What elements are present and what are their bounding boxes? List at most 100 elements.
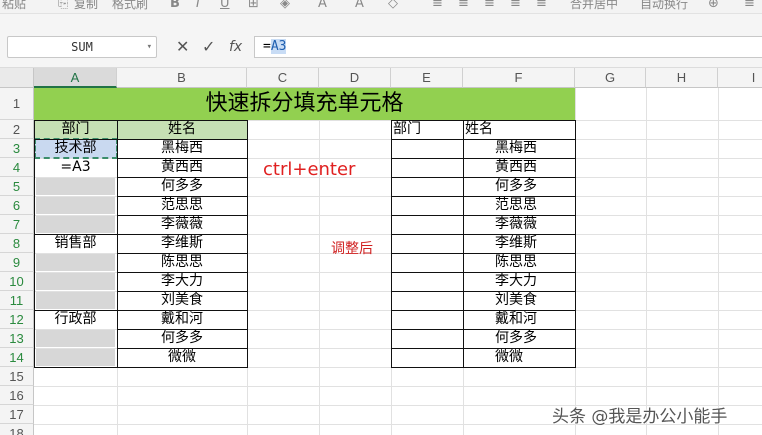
name-box[interactable]: SUM ▾ [7,36,157,58]
column-header-a[interactable]: A [34,68,117,88]
left-header-name[interactable]: 姓名 [117,120,247,139]
chevron-down-icon[interactable]: ▾ [147,37,152,57]
name-cell[interactable]: 范思思 [495,196,575,215]
department-cell[interactable]: 销售部 [34,234,117,253]
select-all-corner[interactable] [0,68,34,88]
insert-icon[interactable]: ⊕ [708,0,719,11]
column-header-c[interactable]: C [247,68,319,88]
name-cell[interactable]: 黄西西 [117,158,247,177]
name-cell[interactable]: 李薇薇 [117,215,247,234]
name-cell[interactable]: 戴和河 [495,310,575,329]
row-header-13[interactable]: 13 [0,329,34,348]
department-cell[interactable]: 行政部 [34,310,117,329]
align-center-icon[interactable]: ≡ [458,0,469,11]
cancel-icon[interactable]: ✕ [176,36,189,58]
name-cell[interactable]: 微微 [495,348,575,367]
department-cell[interactable] [393,272,463,291]
department-cell[interactable] [393,348,463,367]
merged-blank-cell[interactable] [36,178,115,195]
name-cell[interactable]: 刘美食 [495,291,575,310]
department-cell[interactable] [393,215,463,234]
right-header-name[interactable]: 姓名 [465,120,575,139]
bold-icon[interactable]: B [170,0,180,11]
formula-input[interactable]: =A3 [254,36,762,58]
row-header-9[interactable]: 9 [0,253,34,272]
name-cell[interactable]: 微微 [117,348,247,367]
row-header-12[interactable]: 12 [0,310,34,329]
department-cell[interactable]: =A3 [34,158,117,177]
merged-blank-cell[interactable] [36,349,115,366]
row-header-17[interactable]: 17 [0,405,34,424]
row-header-7[interactable]: 7 [0,215,34,234]
row-header-3[interactable]: 3 [0,139,34,158]
department-cell[interactable] [393,310,463,329]
name-cell[interactable]: 戴和河 [117,310,247,329]
justify-icon[interactable]: ≡ [510,0,521,11]
name-cell[interactable]: 李大力 [495,272,575,291]
row-header-11[interactable]: 11 [0,291,34,310]
name-cell[interactable]: 何多多 [117,177,247,196]
department-cell[interactable] [393,196,463,215]
name-cell[interactable]: 陈思思 [117,253,247,272]
column-header-e[interactable]: E [391,68,463,88]
clear-format-icon[interactable]: ◇ [388,0,398,11]
department-cell[interactable] [393,329,463,348]
column-header-g[interactable]: G [575,68,646,88]
merged-blank-cell[interactable] [36,292,115,309]
column-header-d[interactable]: D [319,68,391,88]
merged-blank-cell[interactable] [36,330,115,347]
italic-icon[interactable]: I [196,0,200,11]
left-header-department[interactable]: 部门 [34,120,117,139]
fill-color-icon[interactable]: ◈ [280,0,290,11]
sheet-title[interactable]: 快速拆分填充单元格 [34,88,575,120]
name-cell[interactable]: 黑梅西 [495,139,575,158]
row-header-16[interactable]: 16 [0,386,34,405]
name-cell[interactable]: 黄西西 [495,158,575,177]
name-cell[interactable]: 李维斯 [495,234,575,253]
department-cell[interactable] [393,234,463,253]
department-cell[interactable] [393,291,463,310]
row-header-1[interactable]: 1 [0,88,34,120]
column-header-h[interactable]: H [646,68,718,88]
row-header-15[interactable]: 15 [0,367,34,386]
department-cell[interactable] [393,253,463,272]
font-size-icon[interactable]: A [355,0,364,11]
row-header-2[interactable]: 2 [0,120,34,139]
copy-icon[interactable]: ⎘ [58,0,68,11]
name-cell[interactable]: 何多多 [117,329,247,348]
department-cell[interactable] [393,139,463,158]
copy-button[interactable]: 复制 [74,0,98,12]
merged-blank-cell[interactable] [36,254,115,271]
department-cell[interactable] [393,177,463,196]
align-right-icon[interactable]: ≡ [484,0,495,11]
distribute-icon[interactable]: ≡ [536,0,547,11]
border-icon[interactable]: ⊞ [248,0,259,11]
name-cell[interactable]: 李薇薇 [495,215,575,234]
row-header-4[interactable]: 4 [0,158,34,177]
name-cell[interactable]: 黑梅西 [117,139,247,158]
column-header-f[interactable]: F [463,68,575,88]
name-cell[interactable]: 陈思思 [495,253,575,272]
name-cell[interactable]: 何多多 [495,177,575,196]
right-header-department[interactable]: 部门 [393,120,463,139]
merged-blank-cell[interactable] [36,216,115,233]
underline-icon[interactable]: U [220,0,230,11]
more-icon[interactable]: ≡ [744,0,755,11]
name-cell[interactable]: 李维斯 [117,234,247,253]
confirm-icon[interactable]: ✓ [202,36,215,58]
row-header-18[interactable]: 18 [0,424,34,435]
name-cell[interactable]: 刘美食 [117,291,247,310]
spreadsheet-grid[interactable]: ABCDEFGHI 1 2 3 4 5 6 7 8 9 10 11 12 13 14 15 16 17 18 快速… [0,68,762,435]
department-cell[interactable]: 技术部 [34,139,117,158]
name-cell[interactable]: 何多多 [495,329,575,348]
merge-center-button[interactable]: 合并居中 [570,0,618,12]
name-cell[interactable]: 李大力 [117,272,247,291]
column-header-b[interactable]: B [117,68,247,88]
merged-blank-cell[interactable] [36,197,115,214]
name-cell[interactable]: 范思思 [117,196,247,215]
row-header-10[interactable]: 10 [0,272,34,291]
wrap-text-button[interactable]: 自动换行 [640,0,688,12]
merged-blank-cell[interactable] [36,273,115,290]
department-cell[interactable] [393,158,463,177]
fx-icon[interactable]: fx [229,36,242,58]
